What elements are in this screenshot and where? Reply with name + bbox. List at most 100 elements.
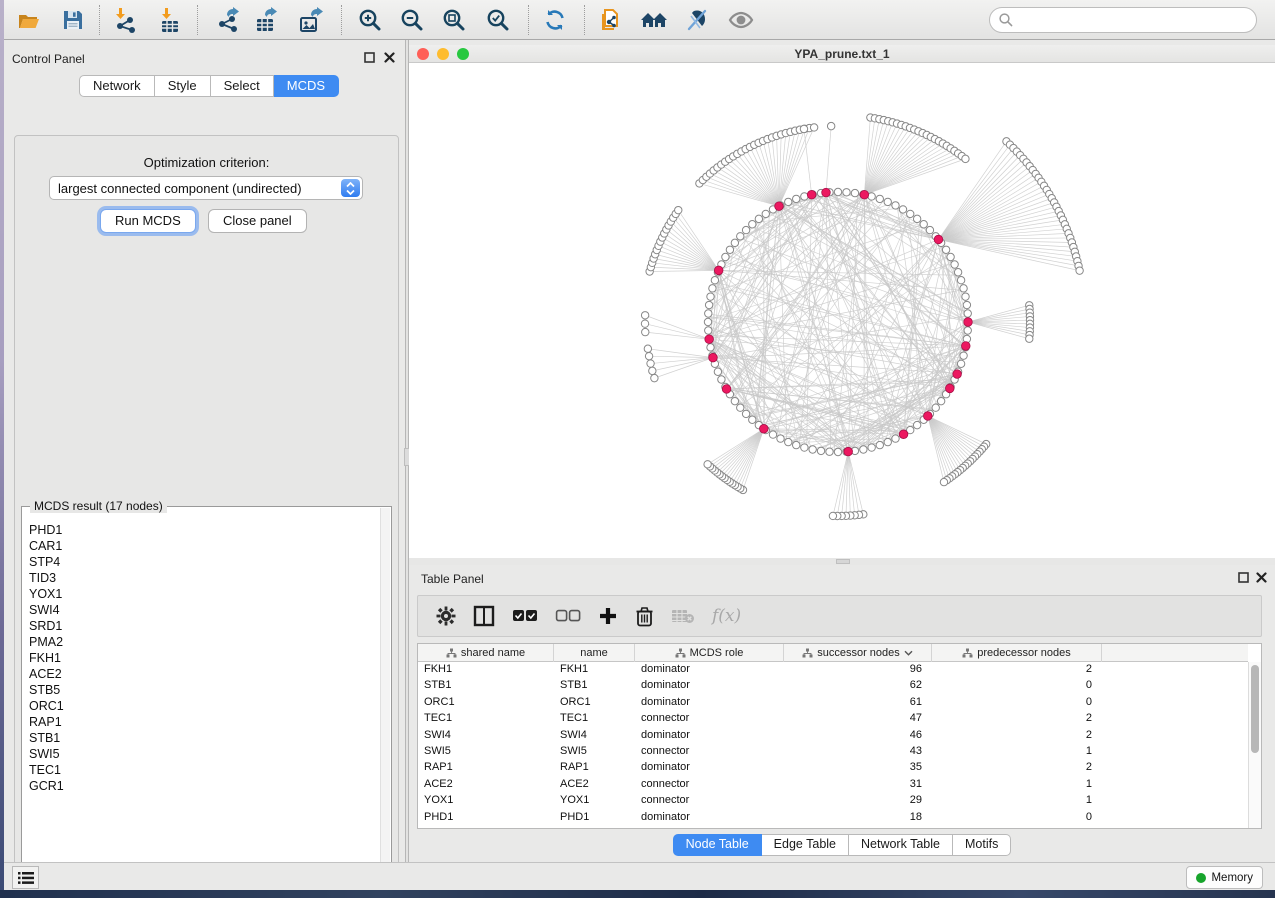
table-row[interactable]: YOX1YOX1connector291 xyxy=(418,793,1248,809)
list-item[interactable]: STB5 xyxy=(29,682,381,698)
zoom-selected-button[interactable] xyxy=(481,4,515,36)
run-mcds-button[interactable]: Run MCDS xyxy=(100,209,196,233)
eye-icon xyxy=(727,7,755,33)
list-item[interactable]: GCR1 xyxy=(29,778,381,794)
column-header-shared-name[interactable]: shared name xyxy=(418,644,554,662)
scrollbar-thumb[interactable] xyxy=(1251,665,1259,753)
toolbar-separator xyxy=(99,5,100,35)
list-item[interactable]: STP4 xyxy=(29,554,381,570)
desktop-wallpaper-strip-bottom xyxy=(0,890,1275,898)
network-window-titlebar[interactable]: YPA_prune.txt_1 xyxy=(409,45,1275,63)
tab-mcds[interactable]: MCDS xyxy=(274,75,339,97)
column-header-successor-nodes[interactable]: successor nodes xyxy=(784,644,932,662)
tab-motifs[interactable]: Motifs xyxy=(953,834,1011,856)
graphics-details-icon xyxy=(685,7,711,33)
list-item[interactable]: PHD1 xyxy=(29,522,381,538)
cytoscape-home-button[interactable] xyxy=(637,4,671,36)
close-panel-button[interactable]: Close panel xyxy=(208,209,307,233)
export-table-button[interactable] xyxy=(249,4,283,36)
network-window-title: YPA_prune.txt_1 xyxy=(409,47,1275,61)
float-panel-icon[interactable] xyxy=(362,50,376,64)
import-network-icon xyxy=(112,6,140,34)
list-item[interactable]: SWI4 xyxy=(29,602,381,618)
open-folder-icon xyxy=(16,7,42,33)
table-row[interactable]: STB1STB1dominator620 xyxy=(418,678,1248,694)
table-row[interactable]: ORC1ORC1dominator610 xyxy=(418,695,1248,711)
export-network-button[interactable] xyxy=(211,4,245,36)
graphics-details-button[interactable] xyxy=(681,4,715,36)
list-item[interactable]: RAP1 xyxy=(29,714,381,730)
list-item[interactable]: YOX1 xyxy=(29,586,381,602)
list-item[interactable]: CAR1 xyxy=(29,538,381,554)
tab-network[interactable]: Network xyxy=(79,75,155,97)
column-header-mcds-role[interactable]: MCDS role xyxy=(635,644,784,662)
table-row[interactable]: SWI5SWI5connector431 xyxy=(418,744,1248,760)
tab-style[interactable]: Style xyxy=(155,75,211,97)
table-scrollbar[interactable] xyxy=(1248,662,1261,828)
memory-button[interactable]: Memory xyxy=(1186,866,1263,889)
table-row[interactable]: TEC1TEC1connector472 xyxy=(418,711,1248,727)
table-row[interactable]: FKH1FKH1dominator962 xyxy=(418,662,1248,678)
houses-icon xyxy=(639,7,669,33)
tab-edge-table[interactable]: Edge Table xyxy=(762,834,849,856)
list-item[interactable]: TID3 xyxy=(29,570,381,586)
list-item[interactable]: ACE2 xyxy=(29,666,381,682)
float-panel-icon[interactable] xyxy=(1236,570,1250,584)
unselect-all-button[interactable] xyxy=(555,601,581,631)
clone-network-button[interactable] xyxy=(594,4,628,36)
quick-search xyxy=(989,7,1257,33)
apply-layout-button[interactable] xyxy=(538,4,572,36)
list-item[interactable]: ORC1 xyxy=(29,698,381,714)
column-header-name[interactable]: name xyxy=(554,644,635,662)
close-panel-icon[interactable] xyxy=(382,50,396,64)
tab-network-table[interactable]: Network Table xyxy=(849,834,953,856)
table-row[interactable]: RAP1RAP1dominator352 xyxy=(418,760,1248,776)
create-column-button[interactable] xyxy=(598,601,618,631)
network-graph xyxy=(409,63,1275,558)
toolbar-separator xyxy=(341,5,342,35)
list-item[interactable]: PMA2 xyxy=(29,634,381,650)
list-item[interactable]: FKH1 xyxy=(29,650,381,666)
delete-table-button[interactable] xyxy=(671,601,695,631)
optimization-criterion-label: Optimization criterion: xyxy=(15,155,398,170)
network-canvas[interactable] xyxy=(409,63,1275,558)
close-panel-icon[interactable] xyxy=(1254,570,1268,584)
import-table-button[interactable] xyxy=(153,4,187,36)
import-network-button[interactable] xyxy=(109,4,143,36)
open-file-button[interactable] xyxy=(12,4,46,36)
table-row[interactable]: ACE2ACE2connector311 xyxy=(418,777,1248,793)
column-header-predecessor-nodes[interactable]: predecessor nodes xyxy=(932,644,1102,662)
list-item[interactable]: TEC1 xyxy=(29,762,381,778)
show-hide-button[interactable] xyxy=(724,4,758,36)
export-image-button[interactable] xyxy=(293,4,327,36)
list-scrollbar[interactable] xyxy=(380,508,390,876)
delete-column-button[interactable] xyxy=(635,601,654,631)
save-floppy-icon xyxy=(61,8,85,32)
zoom-in-button[interactable] xyxy=(353,4,387,36)
function-builder-button[interactable]: f(x) xyxy=(712,601,741,631)
tab-select[interactable]: Select xyxy=(211,75,274,97)
refresh-icon xyxy=(542,7,568,33)
show-task-history-button[interactable] xyxy=(12,866,39,889)
clone-network-icon xyxy=(597,6,625,34)
list-item[interactable]: STB1 xyxy=(29,730,381,746)
table-row[interactable]: SWI4SWI4dominator462 xyxy=(418,728,1248,744)
list-item[interactable]: SWI5 xyxy=(29,746,381,762)
control-panel-title: Control Panel xyxy=(12,50,85,68)
table-settings-button[interactable] xyxy=(436,601,456,631)
zoom-out-button[interactable] xyxy=(395,4,429,36)
table-row[interactable]: PHD1PHD1dominator180 xyxy=(418,810,1248,826)
select-all-button[interactable] xyxy=(512,601,538,631)
control-panel: Control Panel Network Style Select MCDS … xyxy=(4,40,405,862)
trash-icon xyxy=(635,606,654,627)
mcds-result-list[interactable]: PHD1 CAR1 STP4 TID3 YOX1 SWI4 SRD1 PMA2 … xyxy=(23,510,381,874)
save-session-button[interactable] xyxy=(56,4,90,36)
show-column-button[interactable] xyxy=(473,601,495,631)
toolbar-separator xyxy=(528,5,529,35)
optimization-criterion-select[interactable]: largest connected component (undirected) xyxy=(49,176,363,200)
zoom-fit-button[interactable] xyxy=(437,4,471,36)
list-item[interactable]: SRD1 xyxy=(29,618,381,634)
tab-node-table[interactable]: Node Table xyxy=(673,834,762,856)
horizontal-splitter-grip[interactable] xyxy=(836,559,850,564)
search-input[interactable] xyxy=(1014,10,1256,30)
